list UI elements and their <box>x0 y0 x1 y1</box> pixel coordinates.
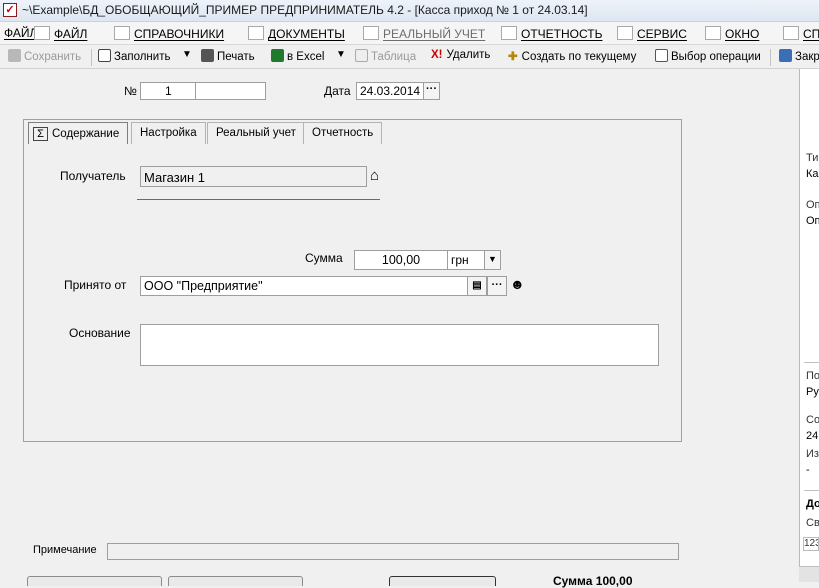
delete-button[interactable]: X! Удалить <box>431 49 490 65</box>
right-panel-text: Ка <box>806 168 819 180</box>
right-panel-scrollbar[interactable] <box>799 566 819 582</box>
right-panel-text: Из <box>806 448 819 460</box>
right-panel-text: 24 <box>806 430 819 442</box>
toolbar-separator <box>91 49 92 66</box>
right-panel-divider <box>804 490 819 491</box>
right-panel-text: Ру <box>806 386 819 398</box>
toolbar: Сохранить Заполнить ▼ Печать в Excel ▼ Т… <box>0 45 819 69</box>
excel-icon <box>271 49 284 62</box>
excel-dropdown-arrow[interactable]: ▼ <box>336 49 346 65</box>
right-panel-text: Со <box>806 414 819 426</box>
save-icon <box>8 49 21 62</box>
window-title: ~\Example\БД_ОБОБЩАЮЩИЙ_ПРИМЕР ПРЕДПРИНИ… <box>22 3 588 17</box>
sum-label: Сумма <box>305 251 343 265</box>
menu-file-text[interactable]: ФАЙЛ <box>34 26 87 42</box>
recipient-field[interactable]: Магазин 1 <box>140 166 367 187</box>
person-icon[interactable]: ☻ <box>510 276 525 292</box>
right-panel-divider <box>804 362 819 363</box>
menu-file[interactable]: ФАЙЛ <box>4 26 37 42</box>
window-icon <box>705 26 721 40</box>
service-icon <box>617 26 633 40</box>
date-label: Дата <box>324 84 351 98</box>
tab-content[interactable]: Σ Содержание <box>28 122 129 144</box>
report-icon <box>501 26 517 40</box>
basis-label: Основание <box>69 326 131 340</box>
document-icon <box>248 26 264 40</box>
received-from-field[interactable]: ООО "Предприятие" <box>140 276 469 296</box>
right-panel-text: - <box>806 464 810 476</box>
number-field[interactable]: 1 <box>140 82 266 100</box>
excel-button[interactable]: в Excel <box>271 49 324 65</box>
note-field[interactable] <box>107 543 679 560</box>
home-icon[interactable]: ⌂ <box>370 167 379 184</box>
printer-icon <box>201 49 214 62</box>
operation-icon <box>655 49 668 62</box>
tab-settings[interactable]: Настройка <box>131 122 206 144</box>
create-current-button[interactable]: ✚ Создать по текущему <box>508 49 636 65</box>
right-panel-text: До <box>806 498 819 510</box>
app-icon: ✓ <box>3 3 17 17</box>
right-panel-text: Оп <box>806 199 819 211</box>
menu-window[interactable]: ОКНО <box>705 26 759 42</box>
menu-reports[interactable]: ОТЧЕТНОСТЬ <box>501 26 602 42</box>
table-button[interactable]: Таблица <box>355 49 416 65</box>
title-bar: ✓ ~\Example\БД_ОБОБЩАЮЩИЙ_ПРИМЕР ПРЕДПРИ… <box>0 0 819 22</box>
card-icon[interactable]: ▤ <box>467 276 487 296</box>
toolbar-separator <box>770 49 771 66</box>
home-icon <box>114 26 130 40</box>
date-picker-button[interactable]: ··· <box>423 82 440 100</box>
date-field[interactable]: 24.03.2014 <box>356 82 424 100</box>
tab-reports[interactable]: Отчетность <box>303 122 383 144</box>
menu-real-accounting[interactable]: РЕАЛЬНЫЙ УЧЕТ <box>363 26 485 42</box>
close-door-icon <box>779 49 792 62</box>
choose-operation-button[interactable]: Выбор операции <box>655 49 761 65</box>
note-label: Примечание <box>33 544 97 556</box>
right-panel-text: Оп <box>806 215 819 227</box>
help-icon <box>783 26 799 40</box>
tab-real-accounting[interactable]: Реальный учет <box>207 122 305 144</box>
print-button[interactable]: Печать <box>201 49 255 65</box>
folder-icon <box>34 26 50 40</box>
menu-service[interactable]: СЕРВИС <box>617 26 687 42</box>
menu-documents[interactable]: ДОКУМЕНТЫ <box>248 26 345 42</box>
number-field-divider <box>195 83 196 99</box>
close-button[interactable]: Закр <box>779 49 819 65</box>
table-icon <box>355 49 368 62</box>
sigma-icon: Σ <box>33 127 48 141</box>
fill-icon <box>98 49 111 62</box>
bottom-button-1[interactable] <box>27 576 162 586</box>
recipient-label: Получатель <box>60 169 126 183</box>
recipient-underline <box>137 199 380 200</box>
total-sum-label: Сумма 100,00 <box>553 574 633 588</box>
currency-select[interactable]: грн <box>447 250 485 270</box>
delete-icon: X! <box>431 49 443 61</box>
currency-dropdown-arrow[interactable]: ▼ <box>484 250 501 270</box>
right-panel-text: По <box>806 370 819 382</box>
plus-icon: ✚ <box>508 51 518 63</box>
menu-directories[interactable]: СПРАВОЧНИКИ <box>114 26 224 42</box>
received-from-select-button[interactable]: ··· <box>487 276 507 296</box>
save-button[interactable]: Сохранить <box>8 49 81 65</box>
bottom-button-2[interactable] <box>168 576 303 586</box>
bottom-button-3[interactable] <box>389 576 496 586</box>
right-panel-text: Ти <box>806 152 819 164</box>
received-from-label: Принято от <box>64 278 127 292</box>
ledger-icon <box>363 26 379 40</box>
right-panel-text: Св <box>806 517 819 529</box>
sum-field[interactable]: 100,00 <box>354 250 448 270</box>
right-panel-field[interactable]: 123 <box>803 537 819 551</box>
basis-textarea[interactable] <box>140 324 659 366</box>
menu-help[interactable]: СП <box>783 26 819 42</box>
menu-bar: ФАЙЛ ФАЙЛ СПРАВОЧНИКИ ДОКУМЕНТЫ РЕАЛЬНЫЙ… <box>0 22 819 45</box>
fill-button[interactable]: Заполнить <box>98 49 170 65</box>
number-label: № <box>124 84 137 98</box>
fill-dropdown-arrow[interactable]: ▼ <box>182 49 192 65</box>
